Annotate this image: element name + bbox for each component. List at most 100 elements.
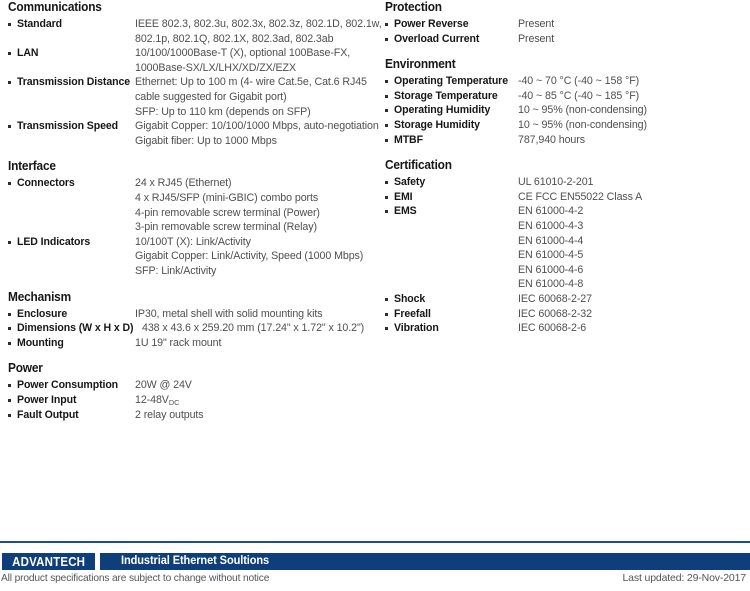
footer-tagline: Industrial Ethernet Soultions [121, 555, 270, 567]
spec-label: Power Input [17, 393, 77, 406]
bullet-icon [8, 408, 17, 418]
spec-label: Storage Humidity [394, 118, 480, 131]
bullet-icon [385, 190, 394, 199]
spec-label: Enclosure [17, 307, 68, 320]
spec-row: Safety UL 61010-2-201 [385, 175, 745, 190]
section-title: Power [8, 361, 43, 376]
spec-row: Power Consumption 20W @ 24V [8, 378, 378, 393]
bullet-icon [385, 89, 394, 98]
spec-row: Mounting 1U 19" rack mount [8, 336, 378, 351]
bullet-icon [8, 176, 17, 186]
section-power: Power Power Consumption 20W @ 24V Power Inp… [8, 361, 378, 423]
bullet-icon [8, 119, 17, 129]
spec-value: IEEE 802.3, 802.3u, 802.3x, 802.3z, 802.… [135, 17, 382, 46]
spec-value-line: Present [518, 32, 555, 45]
spec-value-line: UL 61010-2-201 [518, 176, 594, 189]
spec-label: Connectors [17, 177, 75, 190]
section-title: Interface [8, 159, 56, 174]
section-protection: Protection Power Reverse Present Overload C… [385, 0, 745, 46]
spec-value-line: 10/100T (X): Link/Activity [135, 235, 251, 248]
bullet-icon [8, 336, 17, 345]
spec-row: EMS EN 61000-4-2 EN 61000-4-3 EN 61000-4-4 E… [385, 204, 745, 292]
spec-row: MTBF 787,940 hours [385, 133, 745, 148]
footer-banner: Industrial Ethernet Soultions [100, 553, 750, 570]
spec-value-line: CE FCC EN55022 Class A [518, 190, 643, 203]
spec-value: CE FCC EN55022 Class A [518, 190, 738, 205]
spec-value-line: 10 ~ 95% (non-condensing) [518, 104, 647, 117]
spec-value-line: -40 ~ 70 °C (-40 ~ 158 °F) [518, 75, 640, 88]
spec-value-line: IEEE 802.3, 802.3u, 802.3x, 802.3z, 802.… [135, 18, 382, 30]
spec-row: Power Input 12-48VDC [8, 393, 378, 409]
spec-value-line: -40 ~ 85 °C (-40 ~ 185 °F) [518, 89, 640, 102]
spec-value-line: Gigabit Copper: 10/100/1000 Mbps, auto-n… [135, 120, 379, 133]
spec-value: -40 ~ 85 °C (-40 ~ 185 °F) [518, 89, 738, 104]
spec-value-line: Gigabit Copper: Link/Activity, Speed (10… [135, 250, 364, 263]
bullet-icon [385, 118, 394, 127]
bullet-icon [385, 321, 394, 331]
spec-value: IP30, metal shell with solid mounting ki… [135, 307, 371, 322]
spec-value-line: EN 61000-4-6 [518, 263, 584, 276]
bullet-icon [8, 393, 17, 402]
bullet-icon [8, 307, 17, 316]
spec-label: Power Reverse [394, 18, 469, 30]
spec-label: Freefall [394, 307, 431, 320]
bullet-icon [385, 133, 394, 142]
spec-value: IEC 60068-2-6 [518, 321, 738, 336]
spec-value: Present [518, 32, 738, 47]
spec-row: EMI CE FCC EN55022 Class A [385, 190, 745, 205]
right-column: Protection Power Reverse Present Overload C… [385, 0, 745, 336]
footer-divider [0, 541, 750, 543]
spec-row: Power Reverse Present [385, 17, 745, 32]
spec-value: 787,940 hours [518, 133, 738, 148]
bullet-icon [8, 378, 17, 388]
spec-value-line: cable suggested for Gigabit port) [135, 90, 287, 103]
spec-label: Transmission Distance [17, 76, 131, 89]
spec-value: 10/100T (X): Link/Activity Gigabit Copper… [135, 235, 371, 279]
spec-value: 10/100/1000Base-T (X), optional 100Base-… [135, 46, 371, 75]
spec-value: 24 x RJ45 (Ethernet) 4 x RJ45/SFP (mini-G… [135, 176, 371, 234]
spec-value-subscript: DC [168, 397, 180, 407]
bullet-icon [385, 204, 394, 214]
section-title: Communications [8, 0, 102, 14]
spec-value-line: 20W @ 24V [135, 379, 192, 392]
spec-label: LAN [17, 47, 39, 60]
spec-label: Safety [394, 176, 426, 189]
spec-value: UL 61010-2-201 [518, 175, 738, 190]
spec-value: IEC 60068-2-32 [518, 307, 738, 322]
spec-row: Transmission Distance Ethernet: Up to 100… [8, 75, 378, 119]
spec-label: Operating Temperature [394, 75, 508, 88]
section-title: Mechanism [8, 289, 71, 304]
spec-value: Ethernet: Up to 100 m (4- wire Cat.5e, C… [135, 75, 371, 119]
spec-label: Dimensions (W x H x D) [17, 322, 134, 335]
spec-value-line: 1000Base-SX/LX/LHX/XD/ZX/EZX [135, 61, 296, 74]
footer-disclaimer: All product specifications are subject t… [1, 572, 270, 584]
spec-value-line: Present [518, 18, 555, 30]
spec-sheet: Communications Standard IEEE 802.3, 802.3u… [0, 0, 750, 591]
spec-row: Enclosure IP30, metal shell with solid mo… [8, 307, 378, 322]
spec-label: LED Indicators [17, 235, 91, 248]
bullet-icon [8, 321, 17, 331]
bullet-icon [8, 46, 17, 56]
bullet-icon [385, 17, 394, 26]
spec-value-line: 12-48VDC [135, 393, 180, 407]
spec-value-line: 24 x RJ45 (Ethernet) [135, 177, 232, 190]
spec-row: LAN 10/100/1000Base-T (X), optional 100Ba… [8, 46, 378, 75]
spec-value: 10 ~ 95% (non-condensing) [518, 103, 738, 118]
spec-label: EMS [394, 205, 417, 218]
spec-value: 438 x 43.6 x 259.20 mm (17.24" x 1.72" x… [142, 321, 371, 336]
spec-label: EMI [394, 190, 413, 203]
spec-label: Operating Humidity [394, 104, 491, 117]
section-title: Protection [385, 0, 442, 14]
spec-value: IEC 60068-2-27 [518, 292, 738, 307]
bullet-icon [385, 32, 394, 41]
spec-label: Overload Current [394, 32, 480, 45]
spec-value: EN 61000-4-2 EN 61000-4-3 EN 61000-4-4 EN 6… [518, 204, 738, 292]
spec-label: MTBF [394, 133, 423, 146]
spec-label: Shock [394, 292, 426, 305]
spec-value-line: 802.1p, 802.1Q, 802.1X, 802.3ad, 802.3ab [135, 32, 334, 45]
spec-value-line: IEC 60068-2-27 [518, 292, 592, 305]
spec-row: Dimensions (W x H x D) 438 x 43.6 x 259.2… [8, 321, 378, 336]
spec-value: 10 ~ 95% (non-condensing) [518, 118, 738, 133]
spec-row: Overload Current Present [385, 32, 745, 47]
spec-value-line: SFP: Link/Activity [135, 264, 217, 277]
